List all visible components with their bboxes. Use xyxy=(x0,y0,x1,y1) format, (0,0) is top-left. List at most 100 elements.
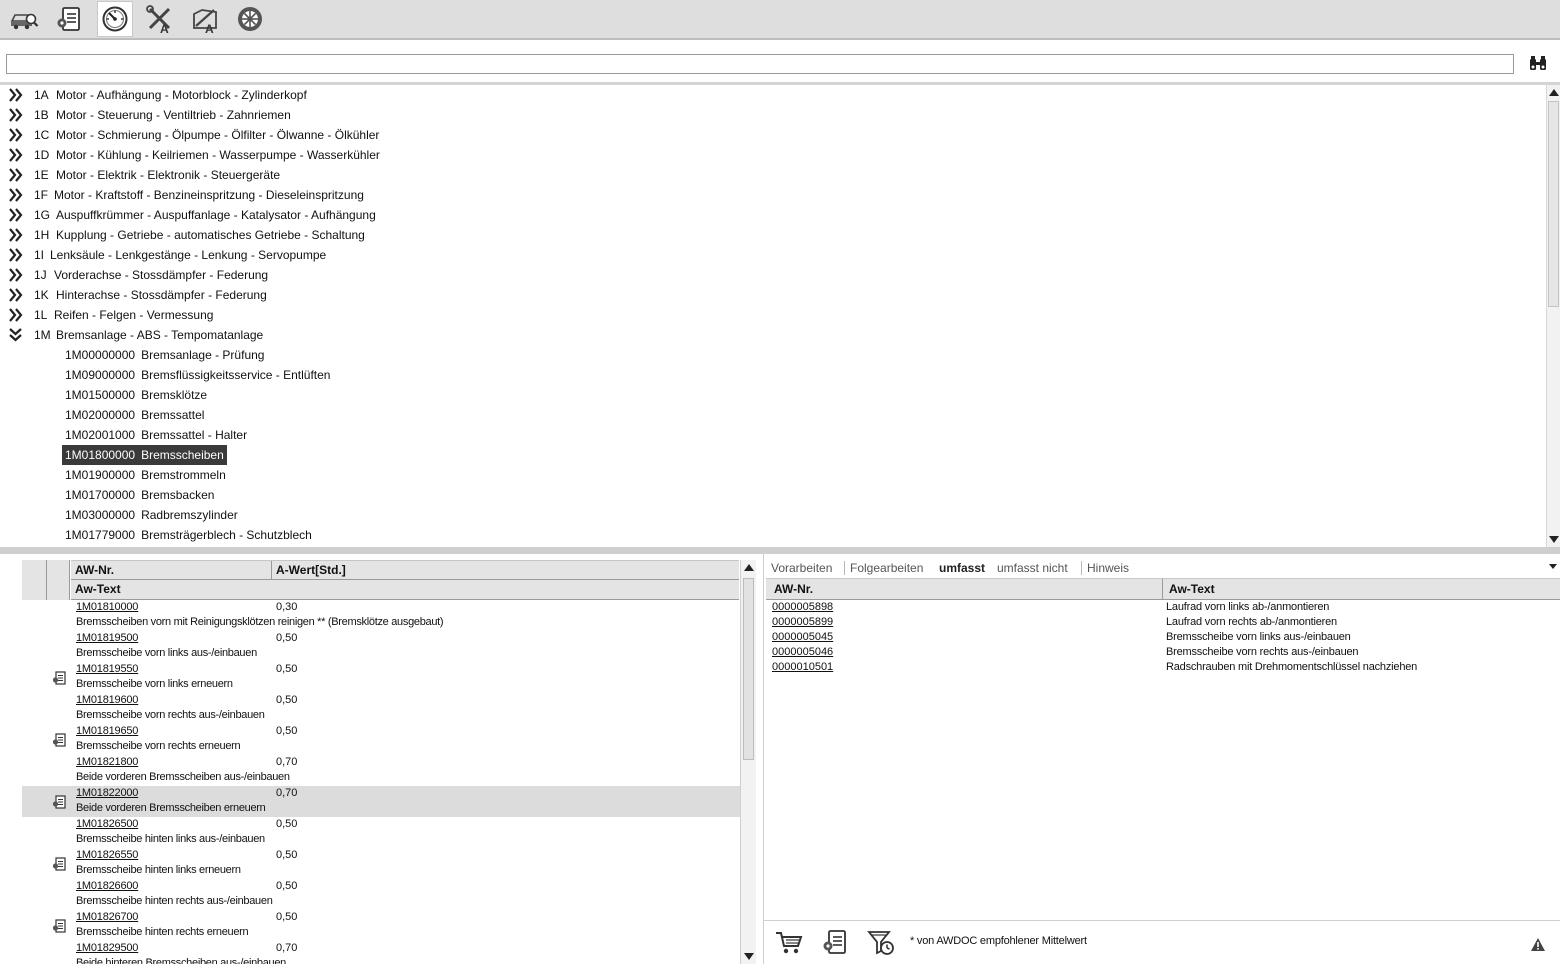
column-header-aw-nr[interactable]: AW-Nr. xyxy=(71,561,114,580)
tree-subnode-label: Radbremszylinder xyxy=(141,508,238,522)
column-header-aw-text[interactable]: Aw-Text xyxy=(1165,579,1215,598)
double-chevron-right-icon[interactable] xyxy=(8,148,24,162)
worklist-icon[interactable] xyxy=(52,671,66,685)
tree-subnode-1m09000000[interactable]: 1M09000000 Bremsflüssigkeitsservice - Ent… xyxy=(62,365,333,385)
double-chevron-right-icon[interactable] xyxy=(8,308,24,322)
toolbar-gauge-button[interactable] xyxy=(97,1,133,37)
work-item-row[interactable]: 1M01821800 0,70 Beide vorderen Bremsscheib… xyxy=(22,755,740,786)
work-item-row[interactable]: 1M01819500 0,50 Bremsscheibe vorn links au… xyxy=(22,631,740,662)
work-item-row[interactable]: 1M01826600 0,50 Bremsscheibe hinten rechts… xyxy=(22,879,740,910)
included-item-row[interactable]: 0000005899 Laufrad vorn rechts ab-/anmont… xyxy=(766,615,1560,630)
worklist-icon[interactable] xyxy=(820,927,850,957)
scroll-up-arrow-icon[interactable] xyxy=(744,564,754,571)
work-item-row[interactable]: 1M01826500 0,50 Bremsscheibe hinten links … xyxy=(22,817,740,848)
aw-nr-link[interactable]: 1M01829500 xyxy=(76,942,138,954)
column-header-aw-text[interactable]: Aw-Text xyxy=(71,580,121,599)
binoculars-search-icon[interactable] xyxy=(1528,53,1548,73)
splitter-bar[interactable] xyxy=(0,547,1560,554)
tree-subnode-1m03000000[interactable]: 1M03000000 Radbremszylinder xyxy=(62,505,241,525)
grid-scrollbar[interactable] xyxy=(740,560,756,964)
worklist-icon[interactable] xyxy=(52,795,66,809)
chevron-down-icon[interactable] xyxy=(1549,564,1557,569)
aw-nr-link[interactable]: 1M01826550 xyxy=(76,849,138,861)
grid-scrollbar-thumb[interactable] xyxy=(743,578,754,760)
included-item-row[interactable]: 0000005898 Laufrad vorn links ab-/anmonti… xyxy=(766,600,1560,615)
aw-nr-link[interactable]: 0000005045 xyxy=(772,630,833,645)
aw-nr-link[interactable]: 1M01821800 xyxy=(76,756,138,768)
work-item-row[interactable]: 1M01810000 0,30 Bremsscheiben vorn mit Rei… xyxy=(22,600,740,631)
column-header-a-wert[interactable]: A-Wert[Std.] xyxy=(272,561,346,580)
tree-subnode-1m00000000[interactable]: 1M00000000 Bremsanlage - Prüfung xyxy=(62,345,267,365)
warning-icon[interactable] xyxy=(1530,937,1546,952)
double-chevron-right-icon[interactable] xyxy=(8,128,24,142)
tab-umfasst-nicht[interactable]: umfasst nicht xyxy=(997,558,1068,578)
tab-folgearbeiten[interactable]: Folgearbeiten xyxy=(850,558,923,578)
tree-node-label: Bremsanlage - ABS - Tempomatanlage xyxy=(56,328,264,342)
included-item-row[interactable]: 0000010501 Radschrauben mit Drehmomentsch… xyxy=(766,660,1560,675)
tree-scrollbar-thumb[interactable] xyxy=(1548,101,1559,307)
filter-clock-icon[interactable] xyxy=(866,927,896,957)
tree-node-label: Reifen - Felgen - Vermessung xyxy=(54,308,214,322)
double-chevron-right-icon[interactable] xyxy=(8,208,24,222)
double-chevron-right-icon[interactable] xyxy=(8,228,24,242)
tree-subnode-1m02001000[interactable]: 1M02001000 Bremssattel - Halter xyxy=(62,425,250,445)
double-chevron-right-icon[interactable] xyxy=(8,248,24,262)
tree-subnode-1m01700000[interactable]: 1M01700000 Bremsbacken xyxy=(62,485,217,505)
work-item-row[interactable]: 1M01829500 0,70 Beide hinteren Bremsscheib… xyxy=(22,941,740,964)
tree-subnode-1m02000000[interactable]: 1M02000000 Bremssattel xyxy=(62,405,207,425)
double-chevron-right-icon[interactable] xyxy=(8,188,24,202)
scroll-up-arrow-icon[interactable] xyxy=(1549,89,1559,96)
worklist-icon[interactable] xyxy=(52,919,66,933)
worklist-icon[interactable] xyxy=(52,733,66,747)
tab-vorarbeiten[interactable]: Vorarbeiten xyxy=(771,558,832,578)
tree-subnode-1m01800000[interactable]: 1M01800000 Bremsscheiben xyxy=(62,445,227,465)
toolbar-wheel-button[interactable] xyxy=(232,1,268,37)
included-item-row[interactable]: 0000005045 Bremsscheibe vorn links aus-/e… xyxy=(766,630,1560,645)
double-chevron-right-icon[interactable] xyxy=(8,268,24,282)
double-chevron-right-icon[interactable] xyxy=(8,88,24,102)
aw-nr-link[interactable]: 1M01826700 xyxy=(76,911,138,923)
double-chevron-right-icon[interactable] xyxy=(8,108,24,122)
tab-umfasst[interactable]: umfasst xyxy=(939,558,985,578)
double-chevron-down-icon[interactable] xyxy=(8,328,24,342)
tree-subnode-1m01779000[interactable]: 1M01779000 Bremsträgerblech - Schutzblech xyxy=(62,525,315,545)
double-chevron-right-icon[interactable] xyxy=(8,288,24,302)
aw-nr-link[interactable]: 1M01819650 xyxy=(76,725,138,737)
toolbar-repair-info-button[interactable]: A xyxy=(187,1,223,37)
tree-subnode-1m01500000[interactable]: 1M01500000 Bremsklötze xyxy=(62,385,210,405)
toolbar-worklist-button[interactable] xyxy=(51,1,87,37)
aw-nr-link[interactable]: 0000005046 xyxy=(772,645,833,660)
work-item-row[interactable]: 1M01826550 0,50 Bremsscheibe hinten links … xyxy=(22,848,740,879)
aw-nr-link[interactable]: 0000005899 xyxy=(772,615,833,630)
search-input[interactable] xyxy=(6,54,1514,74)
aw-nr-link[interactable]: 1M01826600 xyxy=(76,880,138,892)
gauge-icon xyxy=(102,6,128,32)
worklist-icon[interactable] xyxy=(52,857,66,871)
work-item-row[interactable]: 1M01826700 0,50 Bremsscheibe hinten rechts… xyxy=(22,910,740,941)
aw-nr-link[interactable]: 0000010501 xyxy=(772,660,833,675)
toolbar-tools-button[interactable]: A xyxy=(142,1,178,37)
scroll-down-arrow-icon[interactable] xyxy=(744,953,754,960)
tree-scrollbar[interactable] xyxy=(1546,85,1560,547)
aw-nr-link[interactable]: 1M01819600 xyxy=(76,694,138,706)
tree-subnode-code: 1M02001000 xyxy=(65,428,136,442)
scroll-down-arrow-icon[interactable] xyxy=(1549,536,1559,543)
toolbar-vehicle-search-button[interactable] xyxy=(6,1,42,37)
work-item-row[interactable]: 1M01822000 0,70 Beide vorderen Bremsscheib… xyxy=(22,786,740,817)
aw-nr-link[interactable]: 0000005898 xyxy=(772,600,833,615)
work-item-row[interactable]: 1M01819600 0,50 Bremsscheibe vorn rechts a… xyxy=(22,693,740,724)
included-item-row[interactable]: 0000005046 Bremsscheibe vorn rechts aus-/… xyxy=(766,645,1560,660)
double-chevron-right-icon[interactable] xyxy=(8,168,24,182)
work-item-row[interactable]: 1M01819550 0,50 Bremsscheibe vorn links er… xyxy=(22,662,740,693)
tab-hinweis[interactable]: Hinweis xyxy=(1087,558,1129,578)
aw-nr-link[interactable]: 1M01822000 xyxy=(76,787,138,799)
work-item-row[interactable]: 1M01819650 0,50 Bremsscheibe vorn rechts e… xyxy=(22,724,740,755)
tree-node-label: Hinterachse - Stossdämpfer - Federung xyxy=(56,288,267,302)
aw-nr-link[interactable]: 1M01810000 xyxy=(76,601,138,613)
cart-icon[interactable] xyxy=(774,927,804,957)
column-header-aw-nr[interactable]: AW-Nr. xyxy=(770,579,813,598)
aw-nr-link[interactable]: 1M01819500 xyxy=(76,632,138,644)
aw-nr-link[interactable]: 1M01826500 xyxy=(76,818,138,830)
tree-subnode-1m01900000[interactable]: 1M01900000 Bremstrommeln xyxy=(62,465,229,485)
aw-nr-link[interactable]: 1M01819550 xyxy=(76,663,138,675)
